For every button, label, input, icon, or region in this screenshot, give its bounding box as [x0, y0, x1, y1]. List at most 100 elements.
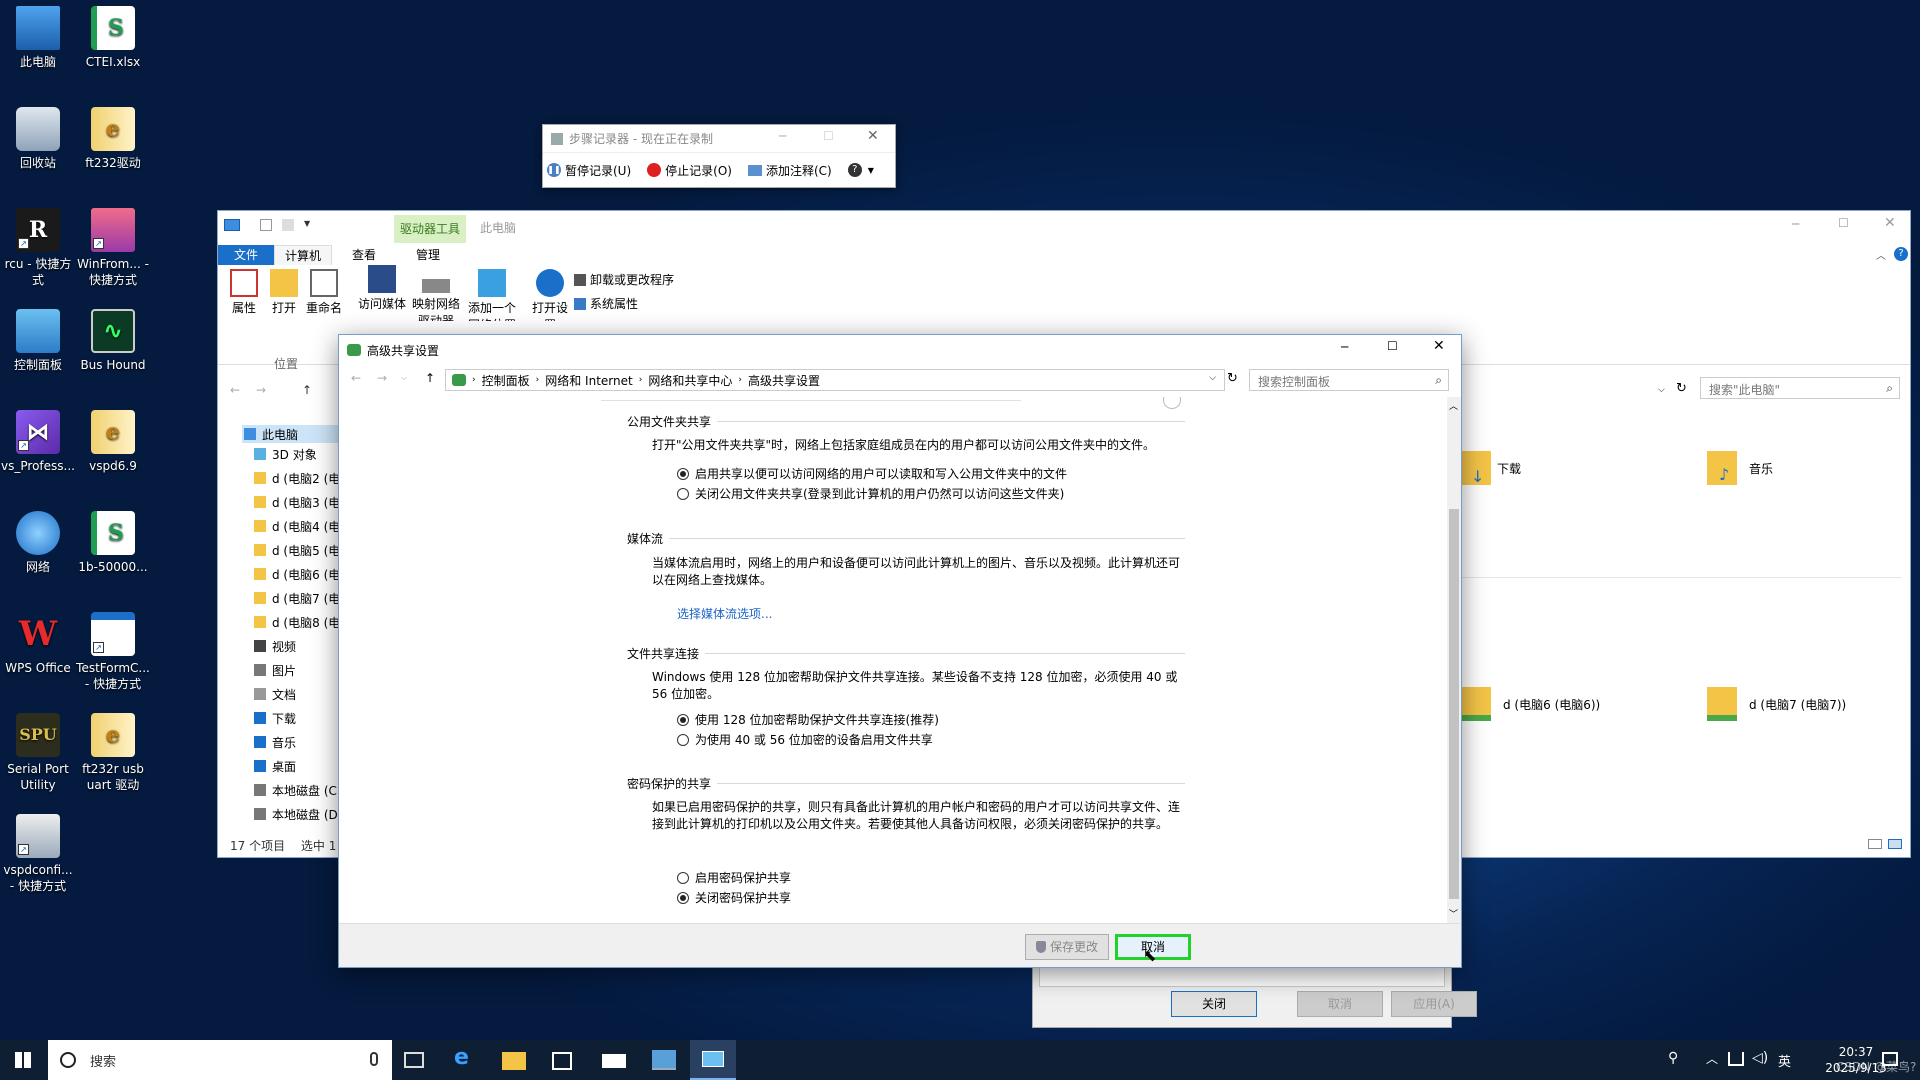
- uninstall-button[interactable]: 卸载或更改程序: [574, 271, 674, 288]
- save-changes-button[interactable]: 保存更改: [1025, 934, 1109, 960]
- address-bar[interactable]: › 控制面板 › 网络和 Internet › 网络和共享中心 › 高级共享设置…: [445, 369, 1225, 391]
- breadcrumb-item[interactable]: 网络和 Internet: [545, 372, 632, 389]
- drive6-item[interactable]: d (电脑6 (电脑6)): [1461, 687, 1600, 721]
- add-comment-button[interactable]: 添加注释(C): [747, 162, 832, 179]
- breadcrumb-item[interactable]: 高级共享设置: [748, 372, 820, 389]
- back-icon[interactable]: ←: [351, 371, 361, 385]
- refresh-icon[interactable]: ↻: [1227, 371, 1238, 386]
- desktop-icon[interactable]: ∿ Bus Hound: [75, 309, 151, 373]
- encryption-128-radio[interactable]: 使用 128 位加密帮助保护文件共享连接(推荐): [677, 711, 939, 728]
- up-icon[interactable]: ↑: [425, 371, 435, 385]
- public-share-on-radio[interactable]: 启用共享以便可以访问网络的用户可以读取和写入公用文件夹中的文件: [677, 465, 1067, 482]
- start-button[interactable]: [0, 1040, 46, 1080]
- minimize-button[interactable]: ─: [1792, 217, 1799, 231]
- desktop-icon[interactable]: e ft232驱动: [75, 107, 151, 171]
- scroll-thumb[interactable]: [1449, 509, 1459, 899]
- scroll-up-icon[interactable]: ︿: [1449, 399, 1458, 412]
- breadcrumb-item[interactable]: 网络和共享中心: [648, 372, 732, 389]
- minimize-button[interactable]: ─: [1341, 340, 1348, 354]
- music-folder[interactable]: ♪ 音乐: [1707, 451, 1773, 485]
- encryption-40-56-radio[interactable]: 为使用 40 或 56 位加密的设备启用文件共享: [677, 731, 933, 748]
- close-button[interactable]: ✕: [867, 128, 879, 144]
- mail-icon[interactable]: [602, 1054, 626, 1068]
- desktop-icon[interactable]: ↗ WinFrom... - 快捷方式: [75, 208, 151, 288]
- public-share-off-radio[interactable]: 关闭公用文件夹共享(登录到此计算机的用户仍然可以访问这些文件夹): [677, 485, 1064, 502]
- edge-icon[interactable]: e: [454, 1045, 478, 1070]
- tab-manage[interactable]: 管理: [406, 245, 450, 265]
- desktop-icon[interactable]: e vspd6.9: [75, 410, 151, 474]
- desktop-icon[interactable]: S CTEI.xlsx: [75, 6, 151, 70]
- address-dropdown-icon[interactable]: ⌵: [1658, 385, 1665, 395]
- cancel-button[interactable]: 取消: [1297, 991, 1383, 1017]
- open-button[interactable]: 打开: [262, 269, 306, 316]
- people-icon[interactable]: ⚲: [1668, 1050, 1678, 1066]
- explorer-search-box[interactable]: 搜索"此电脑" ⌕: [1700, 377, 1900, 399]
- desktop-icon[interactable]: 回收站: [0, 107, 76, 171]
- breadcrumb-item[interactable]: 控制面板: [482, 372, 530, 389]
- quick-access-new-icon[interactable]: [282, 219, 294, 231]
- pause-record-button[interactable]: ❚❚ 暂停记录(U): [547, 162, 631, 179]
- help-icon[interactable]: ?: [847, 163, 862, 177]
- collapse-circle-icon[interactable]: [1163, 397, 1181, 409]
- steps-recorder-taskbar-button[interactable]: [690, 1040, 736, 1080]
- desktop-icon[interactable]: 此电脑: [0, 6, 76, 70]
- desktop-icon[interactable]: SPU Serial Port Utility: [0, 713, 76, 793]
- forward-icon[interactable]: →: [256, 383, 266, 397]
- forward-icon[interactable]: →: [377, 371, 387, 385]
- details-view-icon[interactable]: [1868, 839, 1882, 849]
- access-media-button[interactable]: 访问媒体: [354, 265, 410, 321]
- maximize-button[interactable]: ☐: [1838, 216, 1849, 230]
- quick-access-dropdown-icon[interactable]: ▼: [304, 219, 310, 228]
- network-tray-icon[interactable]: [1728, 1052, 1744, 1066]
- dropdown-arrow-icon[interactable]: ▼: [868, 166, 874, 175]
- close-button[interactable]: ✕: [1884, 215, 1896, 231]
- maximize-button[interactable]: ☐: [1387, 339, 1398, 353]
- notification-icon[interactable]: [1882, 1052, 1898, 1066]
- desktop-icon[interactable]: ↗ vspdconfi... - 快捷方式: [0, 814, 76, 894]
- vertical-scrollbar[interactable]: ︿ ﹀: [1447, 397, 1461, 923]
- address-dropdown-icon[interactable]: ⌵: [1209, 373, 1216, 383]
- quick-access-checkbox-icon[interactable]: [260, 219, 272, 231]
- open-settings-button[interactable]: 打开设置: [530, 269, 570, 321]
- back-icon[interactable]: ←: [230, 383, 240, 397]
- desktop-icon[interactable]: 控制面板: [0, 309, 76, 373]
- dialog-search-box[interactable]: 搜索控制面板 ⌕: [1249, 369, 1449, 391]
- refresh-icon[interactable]: ↻: [1676, 381, 1687, 396]
- close-button[interactable]: ✕: [1433, 338, 1445, 354]
- stop-record-button[interactable]: 停止记录(O): [647, 162, 732, 179]
- close-button[interactable]: 关闭: [1171, 991, 1257, 1017]
- ime-indicator[interactable]: 英: [1778, 1051, 1791, 1070]
- desktop-icon[interactable]: S 1b-50000...: [75, 511, 151, 575]
- help-icon[interactable]: ?: [1894, 247, 1908, 261]
- ribbon-collapse-icon[interactable]: ︿: [1876, 247, 1886, 262]
- drive7-item[interactable]: d (电脑7 (电脑7)): [1707, 687, 1846, 721]
- apply-button[interactable]: 应用(A): [1391, 991, 1477, 1017]
- minimize-button[interactable]: ─: [779, 129, 786, 143]
- media-streaming-options-link[interactable]: 选择媒体流选项...: [677, 605, 772, 622]
- task-view-icon[interactable]: [404, 1052, 424, 1068]
- desktop-icon[interactable]: ⋈ ↗ vs_Profess...: [0, 410, 76, 474]
- up-icon[interactable]: ↑: [302, 383, 312, 397]
- file-explorer-icon[interactable]: [502, 1052, 526, 1070]
- map-drive-button[interactable]: 映射网络驱动器: [408, 269, 464, 321]
- large-icons-view-icon[interactable]: [1888, 839, 1902, 849]
- volume-icon[interactable]: ◁): [1752, 1050, 1768, 1066]
- desktop-icon[interactable]: W WPS Office: [0, 612, 76, 676]
- store-icon[interactable]: [552, 1052, 572, 1070]
- password-share-off-radio[interactable]: 关闭密码保护共享: [677, 889, 791, 906]
- tab-view[interactable]: 查看: [342, 245, 386, 265]
- tab-file[interactable]: 文件: [218, 245, 274, 265]
- desktop-icon[interactable]: ↗ TestFormC... - 快捷方式: [75, 612, 151, 692]
- nav-tree-item[interactable]: 此电脑: [242, 425, 352, 443]
- microphone-icon[interactable]: [370, 1052, 378, 1066]
- password-share-on-radio[interactable]: 启用密码保护共享: [677, 869, 791, 886]
- rename-button[interactable]: 重命名: [302, 269, 346, 316]
- properties-button[interactable]: 属性: [222, 269, 266, 316]
- maximize-button[interactable]: ☐: [823, 129, 834, 143]
- desktop-icon[interactable]: e ft232r usb uart 驱动: [75, 713, 151, 793]
- control-panel-taskbar-icon[interactable]: [652, 1050, 676, 1070]
- tab-computer[interactable]: 计算机: [274, 245, 333, 265]
- taskbar-search-box[interactable]: 搜索: [48, 1040, 392, 1080]
- recent-dropdown-icon[interactable]: ⌵: [401, 373, 407, 383]
- tray-chevron-icon[interactable]: ︿: [1706, 1050, 1718, 1067]
